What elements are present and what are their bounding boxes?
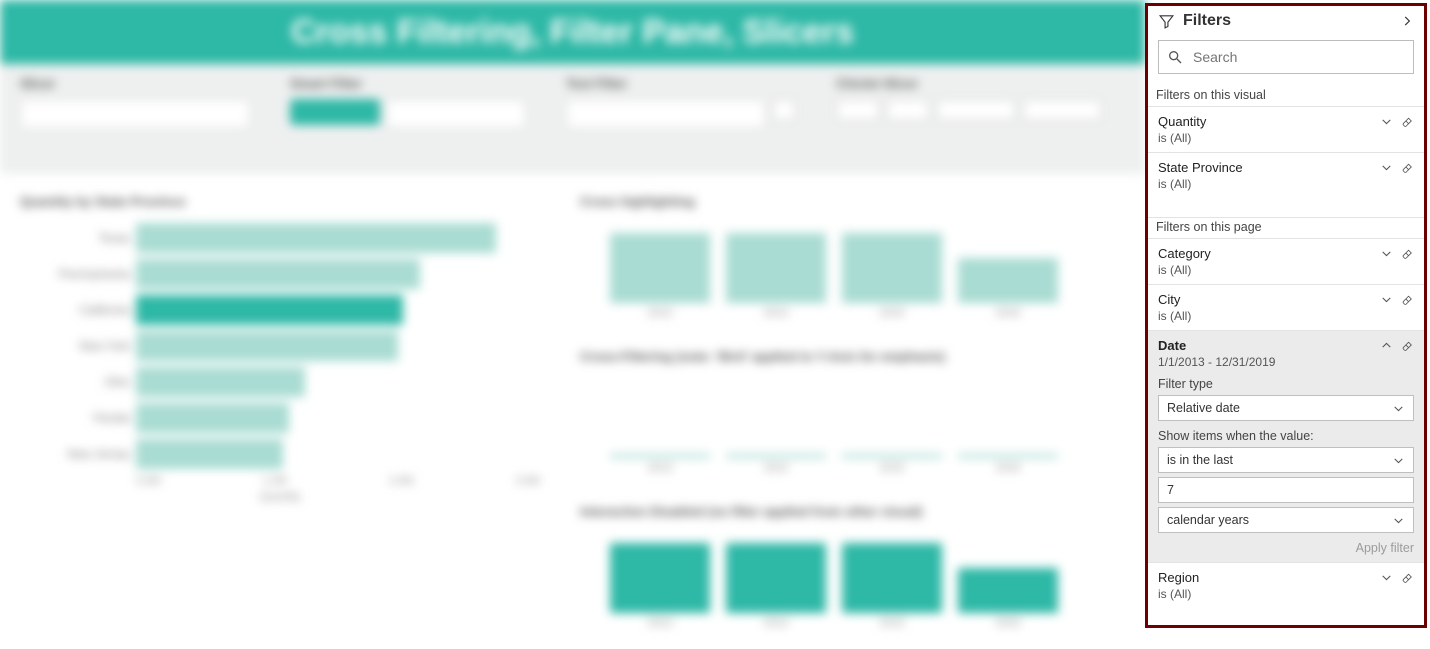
bar-label: Texas bbox=[20, 231, 130, 245]
bar[interactable] bbox=[136, 367, 305, 397]
bar[interactable] bbox=[958, 568, 1058, 613]
bar[interactable] bbox=[842, 233, 942, 303]
text-filter-label: Text Filter bbox=[566, 76, 796, 91]
mini-chart-title: Interaction Disabled (no filter applied … bbox=[580, 504, 1100, 519]
clear-filter-icon[interactable] bbox=[1401, 339, 1414, 352]
filter-card-state-province[interactable]: State Province is (All) bbox=[1148, 152, 1424, 198]
filter-icon bbox=[1158, 13, 1175, 30]
bar[interactable] bbox=[610, 454, 710, 458]
op-select[interactable]: is in the last bbox=[1158, 447, 1414, 473]
bar[interactable] bbox=[958, 258, 1058, 303]
bar[interactable] bbox=[842, 543, 942, 613]
slicer-label: Slicer bbox=[20, 76, 250, 91]
chevron-down-icon[interactable] bbox=[1380, 293, 1393, 306]
filters-title: Filters bbox=[1183, 12, 1392, 30]
section-filters-page: Filters on this page bbox=[1148, 218, 1424, 238]
bar[interactable] bbox=[726, 233, 826, 303]
slicer-dropdown[interactable] bbox=[20, 99, 250, 129]
clear-filter-icon[interactable] bbox=[1401, 571, 1414, 584]
clear-filter-icon[interactable] bbox=[1401, 161, 1414, 174]
filter-card-value: is (All) bbox=[1158, 587, 1414, 601]
filter-card-region[interactable]: Region is (All) bbox=[1148, 562, 1424, 608]
filters-pane: Filters Filters on this visual Quantity i… bbox=[1145, 3, 1427, 628]
chevron-down-icon bbox=[1392, 454, 1405, 467]
filter-card-value: is (All) bbox=[1158, 263, 1414, 277]
mini-chart-title: Cross highlighting bbox=[580, 194, 1100, 209]
text-filter-input[interactable] bbox=[566, 99, 766, 129]
filter-card-city[interactable]: City is (All) bbox=[1148, 284, 1424, 330]
x-axis-label: Quantity bbox=[20, 491, 540, 503]
chevron-down-icon[interactable] bbox=[1380, 247, 1393, 260]
filter-card-name: Region bbox=[1158, 570, 1380, 585]
filter-card-date[interactable]: Date 1/1/2013 - 12/31/2019 Filter type R… bbox=[1148, 330, 1424, 562]
filter-card-value: is (All) bbox=[1158, 131, 1414, 145]
bar-label: Ohio bbox=[20, 375, 130, 389]
chevron-up-icon[interactable] bbox=[1380, 339, 1393, 352]
chevron-down-icon bbox=[1392, 402, 1405, 415]
show-items-label: Show items when the value: bbox=[1158, 429, 1414, 443]
bar-label: California bbox=[20, 303, 130, 317]
bar[interactable] bbox=[726, 543, 826, 613]
filter-card-name: City bbox=[1158, 292, 1380, 307]
apply-filter-button[interactable]: Apply filter bbox=[1158, 541, 1414, 555]
smart-filter-input[interactable] bbox=[386, 99, 526, 129]
bar[interactable] bbox=[610, 233, 710, 303]
chevron-down-icon[interactable] bbox=[1380, 571, 1393, 584]
filter-card-name: Category bbox=[1158, 246, 1380, 261]
bar[interactable] bbox=[136, 331, 398, 361]
bar[interactable] bbox=[136, 403, 289, 433]
chiclet-item[interactable] bbox=[836, 99, 880, 121]
filter-card-category[interactable]: Category is (All) bbox=[1148, 238, 1424, 284]
bar[interactable] bbox=[726, 454, 826, 458]
bar-label: Pennsylvania bbox=[20, 267, 130, 281]
clear-filter-icon[interactable] bbox=[1401, 247, 1414, 260]
bar-label: Florida bbox=[20, 411, 130, 425]
bar[interactable] bbox=[136, 223, 496, 253]
chiclet-item[interactable] bbox=[886, 99, 930, 121]
section-filters-visual: Filters on this visual bbox=[1148, 86, 1424, 106]
bar[interactable] bbox=[958, 454, 1058, 458]
bar[interactable] bbox=[610, 543, 710, 613]
filter-card-quantity[interactable]: Quantity is (All) bbox=[1148, 106, 1424, 152]
bar-label: New Jersey bbox=[20, 447, 130, 461]
smart-filter-label: Smart Filter bbox=[290, 76, 526, 91]
chiclet-item[interactable] bbox=[1022, 99, 1102, 121]
clear-filter-icon[interactable] bbox=[1401, 293, 1414, 306]
chevron-right-icon[interactable] bbox=[1400, 14, 1414, 28]
search-input[interactable] bbox=[1191, 48, 1405, 66]
bar[interactable] bbox=[136, 439, 283, 469]
left-chart-title: Quantity by State Province bbox=[20, 194, 540, 209]
search-box[interactable] bbox=[1158, 40, 1414, 74]
filter-card-value: is (All) bbox=[1158, 309, 1414, 323]
unit-select[interactable]: calendar years bbox=[1158, 507, 1414, 533]
text-filter-clear[interactable] bbox=[772, 99, 796, 121]
chiclet-slicer-label: Chiclet Slicer bbox=[836, 76, 1102, 91]
filter-type-select[interactable]: Relative date bbox=[1158, 395, 1414, 421]
search-icon bbox=[1167, 49, 1183, 65]
clear-filter-icon[interactable] bbox=[1401, 115, 1414, 128]
filter-card-name: Date bbox=[1158, 338, 1380, 353]
smart-filter-chip[interactable] bbox=[290, 99, 380, 125]
filter-card-name: State Province bbox=[1158, 160, 1380, 175]
count-input[interactable]: 7 bbox=[1158, 477, 1414, 503]
filter-card-name: Quantity bbox=[1158, 114, 1380, 129]
filter-card-value: 1/1/2013 - 12/31/2019 bbox=[1158, 355, 1414, 369]
bar[interactable] bbox=[136, 295, 403, 325]
chevron-down-icon bbox=[1392, 514, 1405, 527]
chevron-down-icon[interactable] bbox=[1380, 115, 1393, 128]
bar[interactable] bbox=[136, 259, 420, 289]
filter-type-label: Filter type bbox=[1158, 377, 1414, 391]
chiclet-item[interactable] bbox=[936, 99, 1016, 121]
mini-chart-title: Cross-Filtering (note: 'Bird' applied to… bbox=[580, 349, 1100, 364]
bar-label: New York bbox=[20, 339, 130, 353]
bar[interactable] bbox=[842, 454, 942, 458]
chevron-down-icon[interactable] bbox=[1380, 161, 1393, 174]
filter-card-value: is (All) bbox=[1158, 177, 1414, 191]
page-title: Cross Filtering, Filter Pane, Slicers bbox=[0, 0, 1145, 64]
